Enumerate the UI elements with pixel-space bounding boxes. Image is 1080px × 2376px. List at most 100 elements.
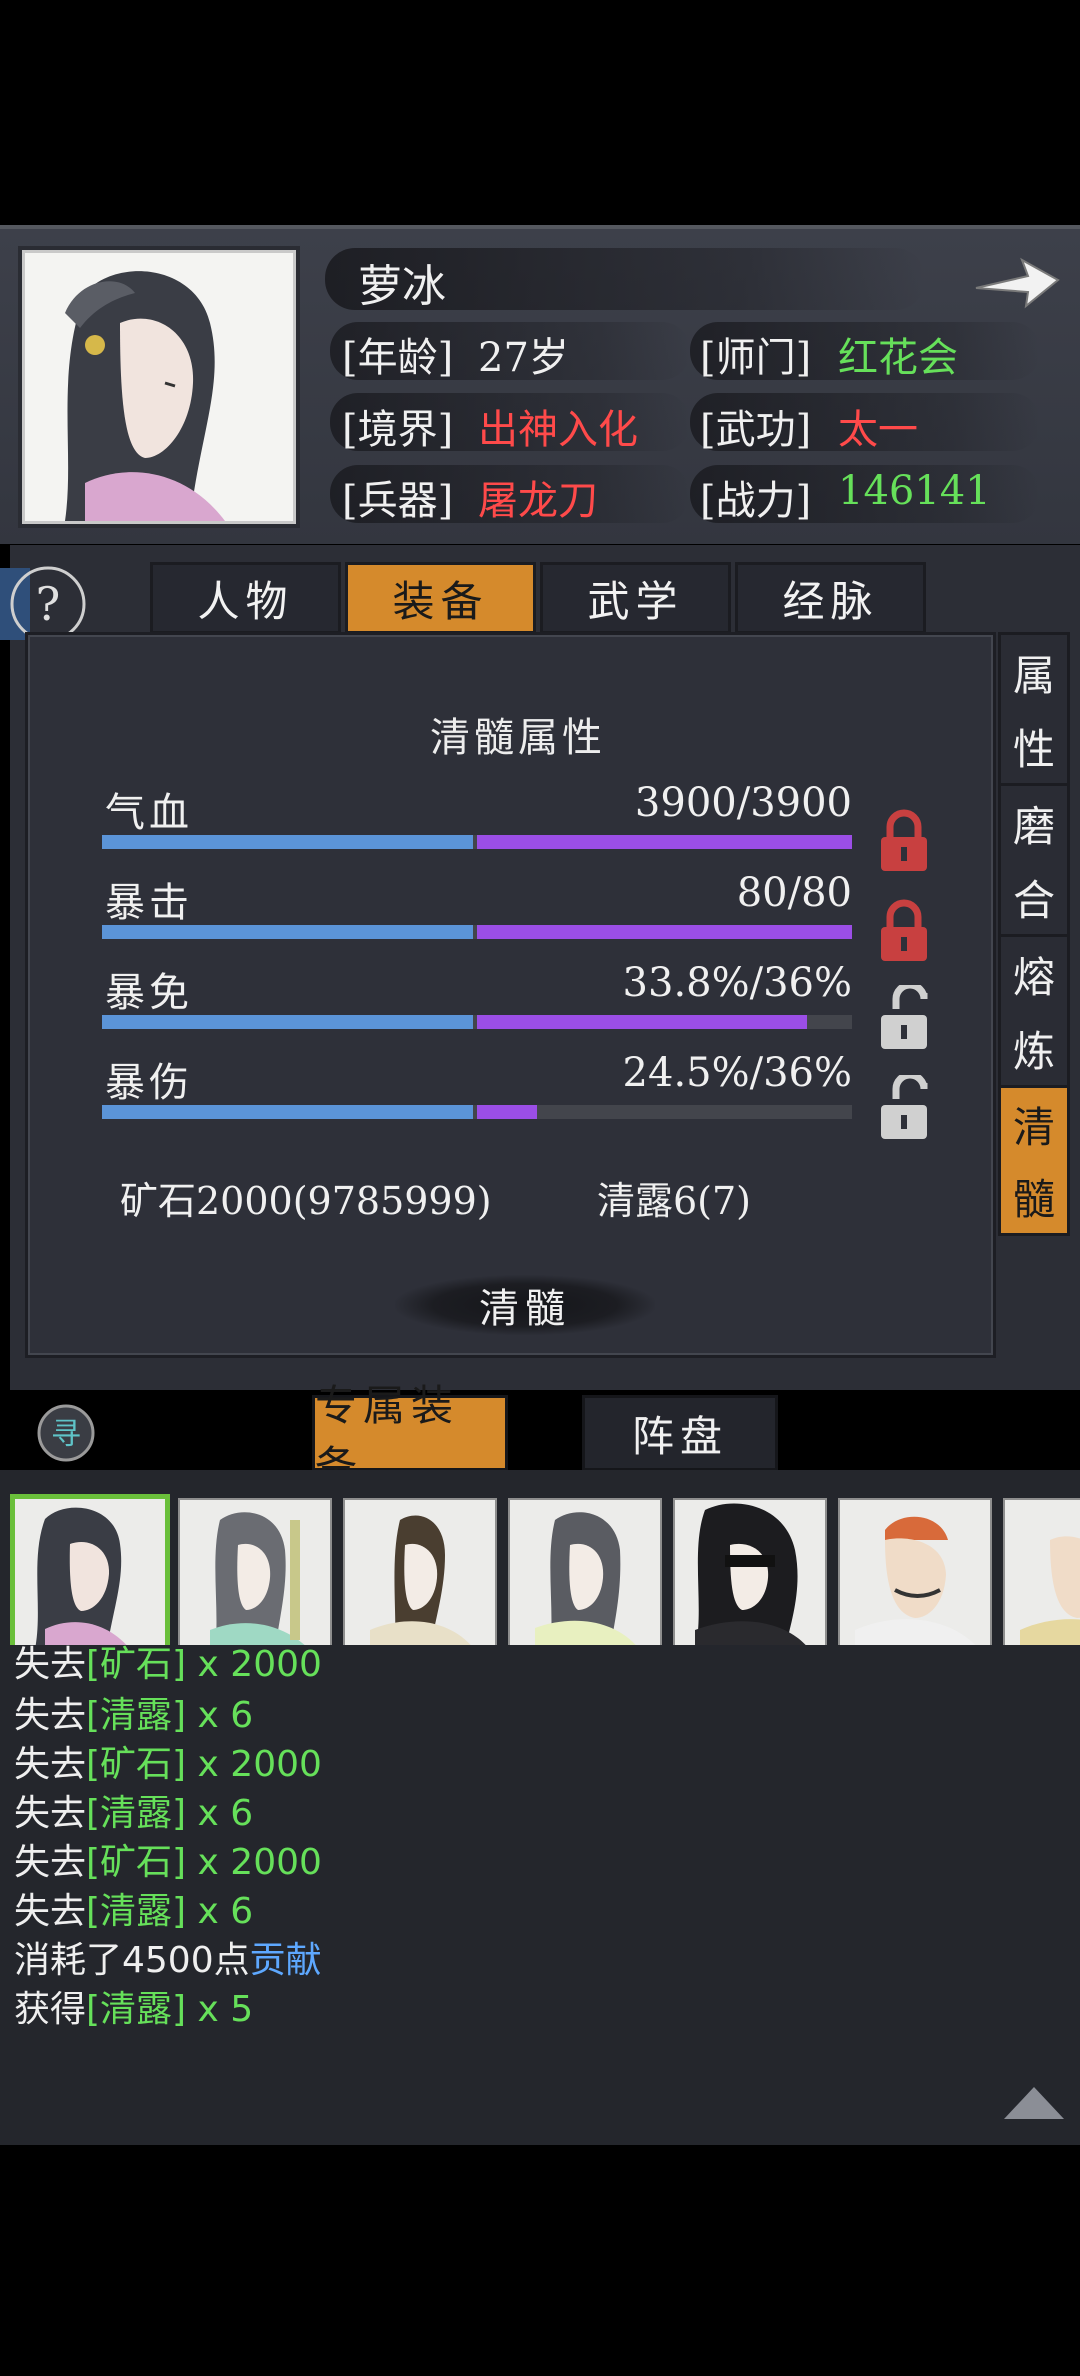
tab-equipment[interactable]: 装备: [345, 562, 536, 634]
stat-label: 暴免: [105, 970, 193, 1016]
side-tab-attributes[interactable]: 属 性: [998, 632, 1070, 786]
log-text: 失去: [14, 1891, 87, 1932]
side-tab-refine[interactable]: 清 髓: [998, 1085, 1070, 1236]
bar-refine-fill: [477, 925, 852, 939]
tab-character[interactable]: 人物: [150, 562, 341, 634]
lock-icon[interactable]: [875, 807, 933, 873]
tab-exclusive-equipment[interactable]: 专属装备: [312, 1381, 508, 1491]
log-line: 失去[清露] x 6: [14, 1784, 253, 1836]
side-tab-polish[interactable]: 磨 合: [998, 783, 1070, 937]
realm-label: [境界]: [342, 407, 454, 453]
log-item: [清露]: [86, 1793, 187, 1834]
stat-label: 暴伤: [105, 1060, 193, 1106]
tab-label: 阵盘: [631, 1411, 728, 1461]
bar-base-fill: [102, 925, 473, 939]
age-value: 27岁: [478, 335, 569, 381]
bar-base-fill: [102, 1105, 473, 1119]
scroll-up-icon[interactable]: [1002, 2085, 1066, 2121]
refine-button[interactable]: 清髓: [395, 1275, 655, 1335]
stat-bar: [102, 1105, 852, 1119]
ore-resource: 矿石2000(9785999): [120, 1179, 492, 1223]
search-glyph: 寻: [51, 1417, 81, 1452]
dew-resource: 清露6(7): [597, 1179, 752, 1223]
roster-avatar[interactable]: [673, 1498, 827, 1645]
tab-label: 武学: [587, 576, 684, 626]
tab-label: 装备: [392, 576, 489, 626]
realm-value: 出神入化: [478, 407, 638, 453]
stat-label: 暴击: [105, 880, 193, 926]
log-item: [矿石]: [86, 1842, 187, 1883]
roster-avatar[interactable]: [838, 1498, 992, 1645]
stat-value: 24.5%/36%: [622, 1050, 852, 1096]
log-amount: x 6: [186, 1695, 254, 1736]
log-item: [清露]: [86, 1891, 187, 1932]
side-tab-char: 熔: [1012, 952, 1055, 1002]
unlock-icon[interactable]: [875, 981, 933, 1051]
log-item: [清露]: [86, 1989, 187, 2030]
kungfu-value: 太一: [838, 407, 918, 453]
log-amount: x 5: [186, 1989, 254, 2030]
log-text: 失去: [14, 1644, 87, 1685]
roster-avatar[interactable]: [343, 1498, 497, 1645]
character-name: 萝冰: [358, 261, 446, 312]
lock-icon[interactable]: [875, 897, 933, 963]
log-line: 失去[矿石] x 2000: [14, 1735, 322, 1787]
side-tab-char: 清: [1012, 1102, 1055, 1152]
stat-value: 33.8%/36%: [622, 960, 852, 1006]
tab-formation[interactable]: 阵盘: [582, 1395, 778, 1471]
character-portrait[interactable]: [22, 250, 296, 524]
log-line: 失去[矿石] x 2000: [14, 1833, 322, 1885]
side-tab-char: 性: [1012, 724, 1055, 774]
stat-value: 3900/3900: [634, 780, 852, 826]
log-text: 获得: [14, 1989, 87, 2030]
weapon-label: [兵器]: [342, 478, 454, 524]
refine-button-label: 清髓: [479, 1286, 571, 1332]
log-text: 消耗了4500点: [14, 1940, 250, 1981]
log-item: [矿石]: [86, 1744, 187, 1785]
bar-refine-fill: [477, 1105, 537, 1119]
stat-value: 80/80: [736, 870, 852, 916]
roster-avatar[interactable]: [508, 1498, 662, 1645]
log-line: 失去[矿石] x 2000: [14, 1635, 322, 1687]
power-value: 146141: [838, 468, 991, 514]
log-amount: x 2000: [186, 1744, 322, 1785]
stat-bar: [102, 835, 852, 849]
sect-value: 红花会: [838, 335, 958, 381]
age-label: [年龄]: [342, 335, 454, 381]
log-amount: x 2000: [186, 1842, 322, 1883]
bar-base-fill: [102, 835, 473, 849]
log-item: 贡献: [249, 1940, 322, 1981]
svg-text:?: ?: [36, 577, 61, 631]
log-line: 失去[清露] x 6: [14, 1686, 253, 1738]
roster-avatar-selected[interactable]: [10, 1494, 170, 1645]
log-text: 失去: [14, 1695, 87, 1736]
log-amount: x 6: [186, 1793, 254, 1834]
side-tab-char: 合: [1012, 875, 1055, 925]
kungfu-label: [武功]: [700, 407, 812, 453]
log-line: 消耗了4500点贡献: [14, 1931, 322, 1983]
roster-avatar[interactable]: [1003, 1498, 1080, 1645]
next-arrow-icon[interactable]: [970, 250, 1062, 312]
side-tab-smelt[interactable]: 熔 炼: [998, 934, 1070, 1088]
side-tab-char: 炼: [1012, 1026, 1055, 1076]
log-amount: x 2000: [186, 1644, 322, 1685]
log-text: 失去: [14, 1744, 87, 1785]
log-item: [清露]: [86, 1695, 187, 1736]
bar-refine-fill: [477, 1015, 807, 1029]
unlock-icon[interactable]: [875, 1071, 933, 1141]
tab-label: 人物: [197, 576, 294, 626]
section-title: 清髓属性: [430, 715, 606, 761]
sect-label: [师门]: [700, 335, 812, 381]
power-label: [战力]: [700, 478, 812, 524]
log-text: 失去: [14, 1842, 87, 1883]
log-text: 失去: [14, 1793, 87, 1834]
roster-avatar[interactable]: [178, 1498, 332, 1645]
bar-base-fill: [102, 1015, 473, 1029]
weapon-value: 屠龙刀: [478, 478, 598, 524]
search-icon[interactable]: 寻: [35, 1402, 97, 1464]
tab-meridians[interactable]: 经脉: [735, 562, 926, 634]
character-roster[interactable]: [0, 1470, 1080, 1645]
log-line: 获得[清露] x 5: [14, 1980, 253, 2032]
tab-martial-arts[interactable]: 武学: [540, 562, 731, 634]
stat-bar: [102, 1015, 852, 1029]
